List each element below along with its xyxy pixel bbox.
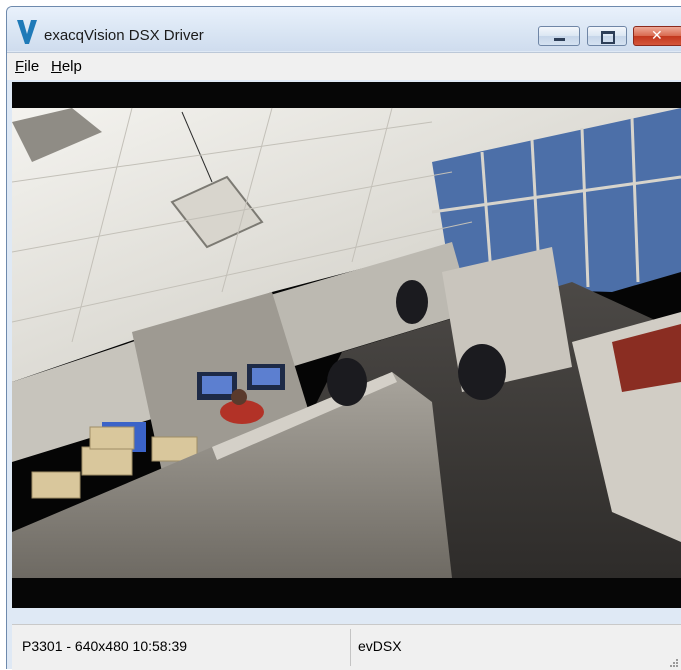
status-camera-info: P3301 - 640x480 10:58:39 bbox=[22, 638, 188, 654]
menu-file[interactable]: File bbox=[15, 58, 39, 75]
maximize-icon bbox=[601, 31, 615, 44]
menu-help[interactable]: Help bbox=[51, 58, 82, 75]
status-divider bbox=[350, 629, 351, 666]
close-button[interactable]: ✕ bbox=[633, 26, 681, 46]
window-title: exacqVision DSX Driver bbox=[44, 27, 204, 44]
minimize-icon bbox=[554, 38, 565, 41]
v-logo-icon bbox=[17, 20, 37, 44]
status-bar: P3301 - 640x480 10:58:39 evDSX bbox=[12, 624, 681, 670]
menu-bar: File Help bbox=[7, 52, 681, 80]
camera-video-feed[interactable] bbox=[12, 82, 681, 608]
camera-feed-image bbox=[12, 82, 681, 608]
status-driver-name: evDSX bbox=[358, 638, 402, 654]
close-icon: ✕ bbox=[651, 28, 663, 44]
maximize-button[interactable] bbox=[587, 26, 627, 46]
title-bar[interactable]: exacqVision DSX Driver ✕ bbox=[7, 7, 681, 51]
minimize-button[interactable] bbox=[538, 26, 580, 46]
resize-grip-icon[interactable] bbox=[669, 658, 679, 668]
